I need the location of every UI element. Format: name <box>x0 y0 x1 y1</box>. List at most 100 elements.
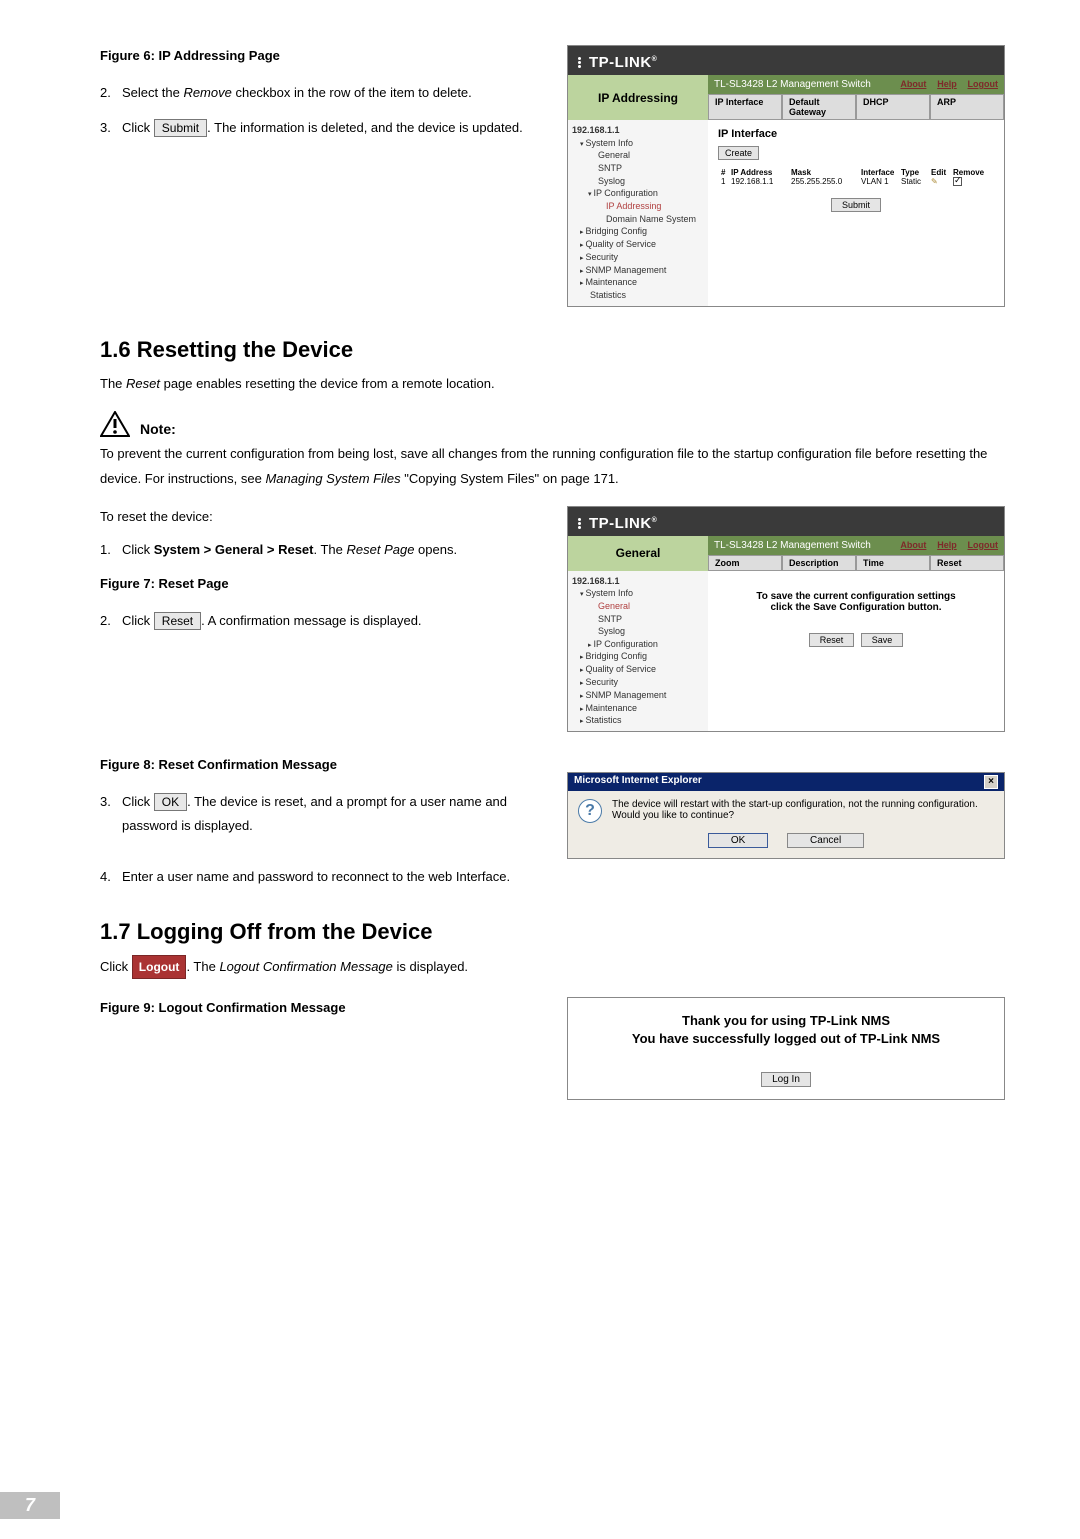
reset-step-1-number: 1. <box>100 538 122 561</box>
logout-msg-2: You have successfully logged out of TP-L… <box>578 1030 994 1048</box>
hdr-type: Type <box>898 168 928 177</box>
tree-sntp-2[interactable]: SNTP <box>588 613 704 626</box>
save-config-msg-2: click the Save Configuration button. <box>718 602 994 613</box>
ok-button-inline: OK <box>154 793 187 811</box>
tree-ip-config[interactable]: IP Configuration <box>588 187 704 200</box>
page-title-general: General <box>568 536 708 571</box>
tab-arp[interactable]: ARP <box>930 94 1004 120</box>
product-name: TL-SL3428 L2 Management Switch <box>714 79 871 90</box>
hdr-ip: IP Address <box>728 168 788 177</box>
to-reset-intro: To reset the device: <box>100 506 545 528</box>
logout-link[interactable]: Logout <box>968 79 999 89</box>
tree-bridging-2[interactable]: Bridging Config <box>580 650 704 663</box>
tab-dhcp[interactable]: DHCP <box>856 94 930 120</box>
row-interface: VLAN 1 <box>858 177 898 188</box>
figure-7-label: Figure 7: Reset Page <box>100 573 545 595</box>
reset-step-1-text: Click System > General > Reset. The Rese… <box>122 538 545 561</box>
help-link-2[interactable]: Help <box>937 540 957 550</box>
log-in-button[interactable]: Log In <box>761 1072 811 1087</box>
tree-sntp[interactable]: SNTP <box>588 162 704 175</box>
tree-syslog-2[interactable]: Syslog <box>588 625 704 638</box>
heading-1-7: 1.7 Logging Off from the Device <box>100 919 1005 945</box>
tab-ip-interface[interactable]: IP Interface <box>708 94 782 120</box>
step-2-number: 2. <box>100 81 122 104</box>
ie-dialog: Microsoft Internet Explorer × ? The devi… <box>567 772 1005 859</box>
tree-dns[interactable]: Domain Name System <box>596 213 704 226</box>
tab-default-gateway[interactable]: Default Gateway <box>782 94 856 120</box>
hdr-interface: Interface <box>858 168 898 177</box>
product-name-2: TL-SL3428 L2 Management Switch <box>714 540 871 551</box>
step-2-remove-italic: Remove <box>183 85 231 100</box>
tab-zoom[interactable]: Zoom <box>708 555 782 571</box>
screenshot-reset-page: TP-LINK® General TL-SL3428 L2 Management… <box>567 506 1005 733</box>
row-mask: 255.255.255.0 <box>788 177 858 188</box>
step-2-text-a: Select the <box>122 85 183 100</box>
note-paragraph: To prevent the current configuration fro… <box>100 441 1005 492</box>
tab-description[interactable]: Description <box>782 555 856 571</box>
help-link[interactable]: Help <box>937 79 957 89</box>
reset-button[interactable]: Reset <box>809 633 855 647</box>
reset-step-3-number: 3. <box>100 790 122 837</box>
logout-button-inline: Logout <box>132 955 187 979</box>
about-link[interactable]: About <box>900 79 926 89</box>
heading-1-6: 1.6 Resetting the Device <box>100 337 1005 363</box>
logout-link-2[interactable]: Logout <box>968 540 999 550</box>
logout-confirmation-box: Thank you for using TP-Link NMS You have… <box>567 997 1005 1100</box>
step-2-text-b: checkbox in the row of the item to delet… <box>232 85 472 100</box>
create-button[interactable]: Create <box>718 146 759 160</box>
reset-step-3-text: Click OK. The device is reset, and a pro… <box>122 790 545 837</box>
reset-step-2-text: Click Reset. A confirmation message is d… <box>122 609 545 632</box>
tree-general-2[interactable]: General <box>588 600 704 613</box>
about-link-2[interactable]: About <box>900 540 926 550</box>
tree-statistics-2[interactable]: Statistics <box>580 714 704 727</box>
page-number: 7 <box>0 1492 60 1519</box>
tree-snmp-2[interactable]: SNMP Management <box>580 689 704 702</box>
note-icon <box>100 411 130 437</box>
tree-security[interactable]: Security <box>580 251 704 264</box>
figure-6-label: Figure 6: IP Addressing Page <box>100 45 545 67</box>
tree-bridging[interactable]: Bridging Config <box>580 225 704 238</box>
figure-9-label: Figure 9: Logout Confirmation Message <box>100 997 545 1019</box>
ie-title: Microsoft Internet Explorer <box>574 775 702 789</box>
tree-maintenance-2[interactable]: Maintenance <box>580 702 704 715</box>
submit-button[interactable]: Submit <box>831 198 881 212</box>
tree-qos[interactable]: Quality of Service <box>580 238 704 251</box>
tree-system-info-2[interactable]: System Info <box>580 587 704 600</box>
tree-syslog[interactable]: Syslog <box>588 175 704 188</box>
ip-interface-heading: IP Interface <box>718 128 994 140</box>
tree-qos-2[interactable]: Quality of Service <box>580 663 704 676</box>
tree-statistics[interactable]: Statistics <box>580 289 704 302</box>
tab-time[interactable]: Time <box>856 555 930 571</box>
row-ip: 192.168.1.1 <box>728 177 788 188</box>
tree-snmp[interactable]: SNMP Management <box>580 264 704 277</box>
close-icon[interactable]: × <box>984 775 998 789</box>
reset-step-4-text: Enter a user name and password to reconn… <box>122 865 1005 888</box>
nav-tree-2: 192.168.1.1 System Info General SNTP Sys… <box>568 571 708 732</box>
screenshot-ip-addressing: TP-LINK® IP Addressing TL-SL3428 L2 Mana… <box>567 45 1005 307</box>
remove-checkbox[interactable] <box>950 177 965 188</box>
save-button[interactable]: Save <box>861 633 904 647</box>
tree-root-2[interactable]: 192.168.1.1 <box>572 575 704 588</box>
tab-reset[interactable]: Reset <box>930 555 1004 571</box>
edit-icon[interactable]: ✎ <box>928 177 950 188</box>
reset-step-2-number: 2. <box>100 609 122 632</box>
row-num: 1 <box>718 177 728 188</box>
page-title-ip-addressing: IP Addressing <box>568 75 708 120</box>
tree-root[interactable]: 192.168.1.1 <box>572 124 704 137</box>
tree-general[interactable]: General <box>588 149 704 162</box>
cancel-button[interactable]: Cancel <box>787 833 864 848</box>
step-3-text: Click Submit. The information is deleted… <box>122 116 545 139</box>
tree-ip-config-2[interactable]: IP Configuration <box>588 638 704 651</box>
step-3-number: 3. <box>100 116 122 139</box>
row-type: Static <box>898 177 928 188</box>
ok-button[interactable]: OK <box>708 833 768 848</box>
submit-button-inline: Submit <box>154 119 207 137</box>
tree-security-2[interactable]: Security <box>580 676 704 689</box>
tree-ip-addressing[interactable]: IP Addressing <box>596 200 704 213</box>
tree-maintenance[interactable]: Maintenance <box>580 276 704 289</box>
step-3-text-b: . The information is deleted, and the de… <box>207 120 523 135</box>
p-reset-intro: The Reset page enables resetting the dev… <box>100 373 1005 395</box>
tree-system-info[interactable]: System Info <box>580 137 704 150</box>
nav-tree: 192.168.1.1 System Info General SNTP Sys… <box>568 120 708 306</box>
hdr-num: # <box>718 168 728 177</box>
